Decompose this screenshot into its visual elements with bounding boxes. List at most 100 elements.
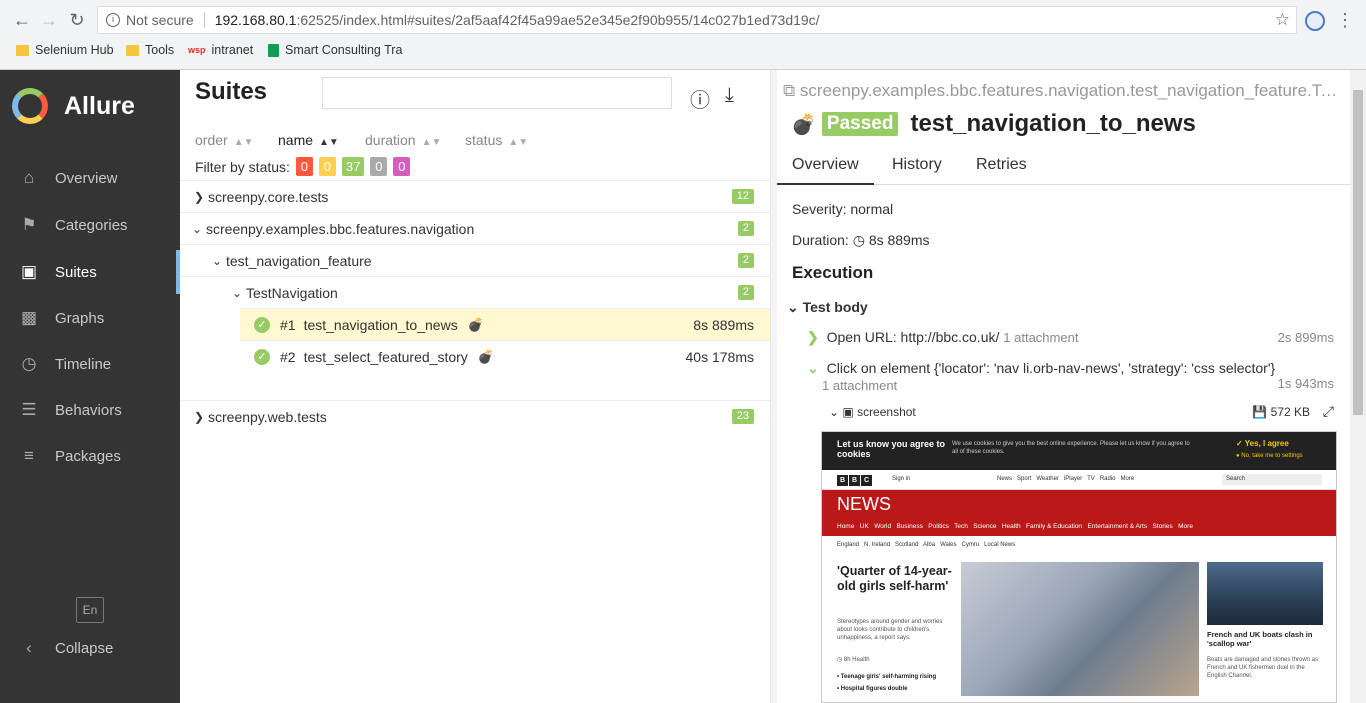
tree-node[interactable]: ❯ screenpy.core.tests 12 [180, 180, 770, 212]
count-badge: 23 [731, 409, 754, 424]
expand-icon[interactable]: ⤢ [1323, 403, 1334, 420]
severity: Severity: normal [792, 201, 894, 217]
check-icon: ✓ [1236, 439, 1245, 448]
step-row[interactable]: ❯ Open URL: http://bbc.co.uk/ 1 attachme… [807, 329, 1078, 346]
bbc-subnav: England N. Ireland Scotland Alba Wales C… [837, 542, 1016, 548]
back-icon[interactable]: ← [10, 8, 34, 32]
extension-icon[interactable] [1305, 11, 1325, 31]
floppy-icon: 💾 [1252, 405, 1271, 419]
filter-label: Filter by status: [195, 158, 290, 175]
url-host: 192.168.80.1 [214, 12, 297, 28]
test-case-row[interactable]: ✓ #1 test_navigation_to_news 💣 8s 889ms [240, 308, 770, 340]
language-button[interactable]: En [76, 597, 104, 623]
scrollbar[interactable] [1350, 70, 1366, 703]
download-icon[interactable]: ⤓ [725, 84, 734, 107]
bbc-topnav: News Sport Weather iPlayer TV Radio More [997, 476, 1135, 482]
test-number: #1 [280, 316, 296, 333]
info-icon: i [106, 13, 120, 27]
sort-order[interactable]: order ▲▼ [195, 132, 253, 148]
url-path: :62525/index.html#suites/2af5aaf42f45a99… [296, 12, 820, 28]
security-indicator[interactable]: i Not secure [106, 12, 194, 28]
bbc-top-bar: BBC Sign in News Sport Weather iPlayer T… [822, 470, 1336, 490]
filter-broken[interactable]: 0 [318, 157, 336, 176]
tab-overview[interactable]: Overview [777, 156, 874, 185]
scrollbar-thumb[interactable] [1353, 90, 1363, 415]
sort-name[interactable]: name ▲▼ [278, 132, 339, 148]
pane-splitter[interactable] [770, 70, 777, 703]
sort-icon: ▲▼ [319, 137, 339, 148]
reload-icon[interactable]: ↻ [65, 8, 89, 32]
address-bar[interactable]: i Not secure 192.168.80.1:62525/index.ht… [97, 6, 1297, 34]
side-summary: Boats are damaged and stones thrown as F… [1207, 657, 1319, 679]
lead-headline: 'Quarter of 14-year-old girls self-harm' [837, 564, 952, 593]
lead-summary: Stereotypes around gender and worries ab… [837, 619, 943, 641]
attachment-header[interactable]: ⌄ ▣ screenshot [829, 405, 916, 419]
tab-retries[interactable]: Retries [961, 156, 1042, 185]
step-row[interactable]: ⌄ Click on element {'locator': 'nav li.o… [807, 360, 1275, 377]
info-circle-icon[interactable]: ⓘ [690, 84, 710, 113]
chevron-down-icon: ⌄ [212, 253, 223, 268]
menu-icon[interactable]: ⋮ [1333, 8, 1357, 32]
sidebar-item-behaviors[interactable]: ☰ Behaviors [0, 388, 180, 432]
filter-passed[interactable]: 37 [341, 157, 365, 176]
bomb-icon: 💣 [791, 113, 816, 136]
sort-status[interactable]: status ▲▼ [465, 132, 528, 148]
filter-failed[interactable]: 0 [295, 157, 313, 176]
chevron-down-icon: ⌄ [807, 360, 819, 376]
chevron-down-icon: ⌄ [829, 405, 843, 419]
bookmarks-bar: Selenium Hub Tools wsp intranet Smart Con… [0, 40, 1366, 64]
tree-node[interactable]: ❯ screenpy.web.tests 23 [180, 400, 770, 432]
forward-icon[interactable]: → [37, 8, 61, 32]
tab-history[interactable]: History [877, 156, 957, 185]
tree-node[interactable]: ⌄ screenpy.examples.bbc.features.navigati… [180, 212, 770, 244]
collapse-button[interactable]: ‹ Collapse [0, 626, 180, 670]
lead-photo [961, 562, 1199, 696]
test-duration: 40s 178ms [685, 348, 754, 365]
tree-node[interactable]: ⌄ test_navigation_feature 2 [180, 244, 770, 276]
sort-duration[interactable]: duration ▲▼ [365, 132, 441, 148]
cookie-banner: Let us know you agree to cookies We use … [822, 432, 1336, 470]
count-badge: 2 [737, 253, 754, 268]
bookmark-star-icon[interactable]: ☆ [1275, 10, 1290, 30]
sheets-icon [268, 43, 279, 57]
sort-icon: ▲▼ [508, 137, 529, 148]
sidebar-item-categories[interactable]: ⚑ Categories [0, 203, 180, 247]
allure-logo[interactable]: Allure [12, 88, 135, 124]
bomb-icon: 💣 [477, 348, 494, 364]
bbc-logo: BBC [837, 475, 872, 486]
sidebar-item-timeline[interactable]: ◷ Timeline [0, 342, 180, 386]
tree-node[interactable]: ⌄ TestNavigation 2 [180, 276, 770, 308]
bookmark-smart-consulting[interactable]: Smart Consulting Tra [268, 43, 402, 57]
filter-unknown[interactable]: 0 [393, 157, 411, 176]
bomb-icon: 💣 [467, 316, 484, 332]
test-body-toggle[interactable]: ⌄ Test body [787, 299, 868, 316]
passed-check-icon: ✓ [254, 348, 270, 365]
related-link: • Teenage girls' self-harming rising [837, 674, 937, 680]
filter-skipped[interactable]: 0 [370, 157, 388, 176]
count-badge: 2 [737, 221, 754, 236]
test-title-row: 💣 Passed test_navigation_to_news [791, 110, 1196, 138]
bookmark-tools[interactable]: Tools [126, 43, 174, 57]
bookmark-selenium-hub[interactable]: Selenium Hub [16, 43, 114, 57]
bbc-signin: Sign in [892, 476, 911, 482]
step-duration: 1s 943ms [1277, 376, 1334, 391]
copy-icon[interactable]: ⧉ [783, 81, 800, 100]
test-case-row[interactable]: ✓ #2 test_select_featured_story 💣 40s 17… [240, 340, 770, 372]
chevron-down-icon: ⌄ [232, 285, 243, 300]
home-icon: ⌂ [23, 168, 35, 187]
search-input[interactable] [322, 77, 672, 109]
browser-chrome: ← → ↻ i Not secure 192.168.80.1:62525/in… [0, 0, 1366, 70]
brand-name: Allure [64, 91, 135, 120]
sidebar: Allure ⌂ Overview ⚑ Categories ▣ Suites ▩ Gr… [0, 70, 180, 703]
flag-icon: ⚑ [21, 215, 37, 234]
test-name: test_navigation_to_news [303, 316, 458, 333]
sidebar-item-graphs[interactable]: ▩ Graphs [0, 296, 180, 340]
test-name: test_select_featured_story [303, 348, 468, 365]
side-headline: French and UK boats clash in 'scallop wa… [1207, 630, 1313, 648]
step-duration: 2s 899ms [1277, 330, 1334, 345]
sidebar-item-suites[interactable]: ▣ Suites [0, 250, 180, 294]
list-icon: ☰ [21, 400, 37, 419]
sidebar-item-packages[interactable]: ≡ Packages [0, 434, 180, 478]
sidebar-item-overview[interactable]: ⌂ Overview [0, 156, 180, 200]
bookmark-intranet[interactable]: wsp intranet [188, 43, 253, 57]
